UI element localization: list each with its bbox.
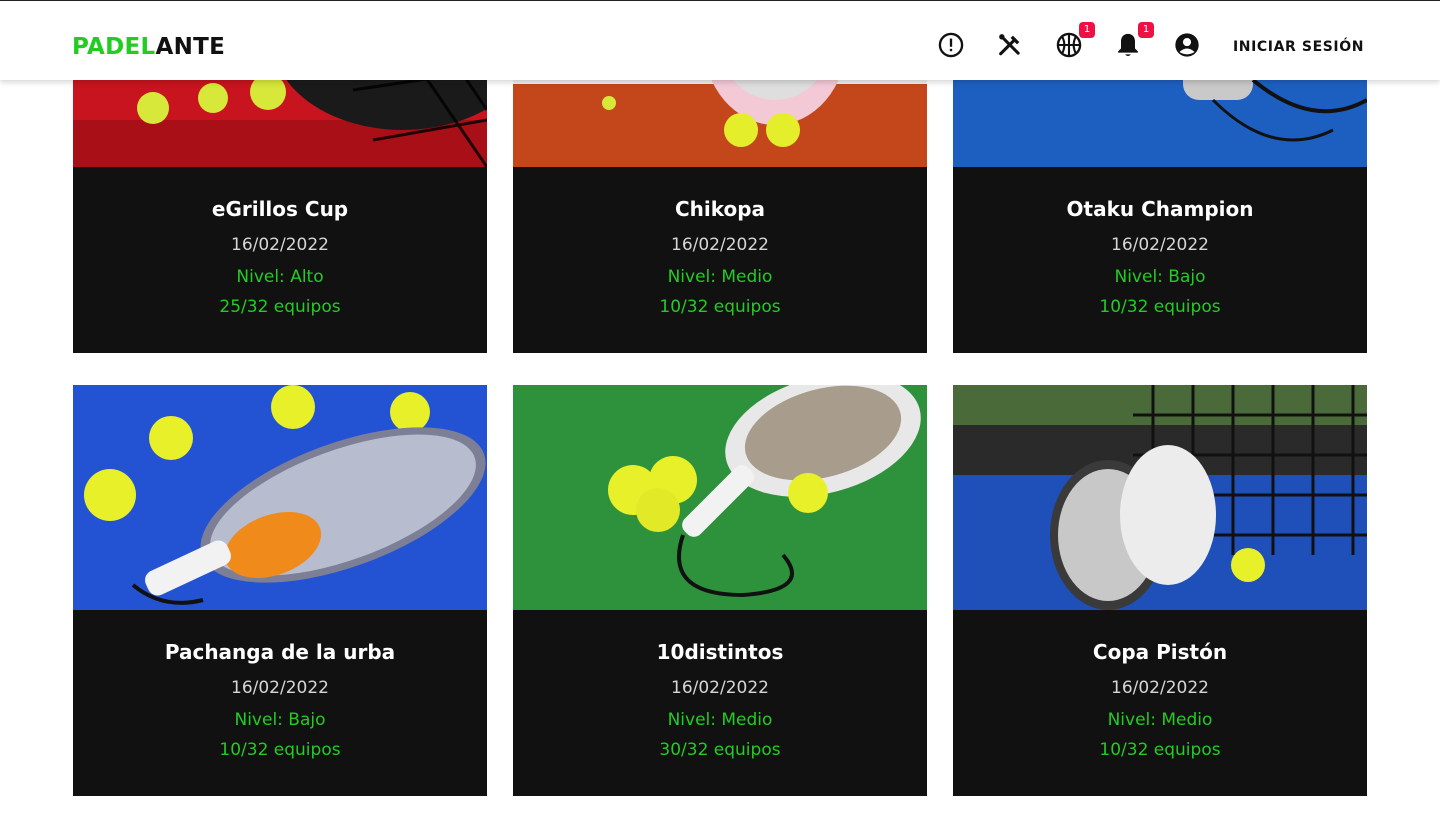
account-icon[interactable] bbox=[1173, 31, 1201, 59]
tournament-date: 16/02/2022 bbox=[671, 235, 769, 255]
tournament-teams: 30/32 equipos bbox=[659, 740, 781, 760]
tournament-teams: 10/32 equipos bbox=[1099, 740, 1221, 760]
login-link[interactable]: INICIAR SESIÓN bbox=[1233, 39, 1364, 55]
alert-icon[interactable] bbox=[937, 31, 965, 59]
tools-icon[interactable] bbox=[996, 31, 1024, 59]
bell-icon[interactable]: 1 bbox=[1114, 22, 1154, 59]
tournament-card[interactable]: Pachanga de la urba 16/02/2022 Nivel: Ba… bbox=[73, 385, 487, 796]
tournament-level: Nivel: Medio bbox=[1107, 710, 1213, 730]
tournament-name: Chikopa bbox=[674, 197, 766, 221]
tournament-image bbox=[953, 385, 1367, 610]
tournament-date: 16/02/2022 bbox=[1111, 678, 1209, 698]
tournament-level: Nivel: Bajo bbox=[1114, 267, 1206, 287]
tournament-image bbox=[73, 385, 487, 610]
ball-badge: 1 bbox=[1079, 22, 1095, 38]
tournament-name: eGrillos Cup bbox=[211, 197, 349, 221]
tournament-card[interactable]: 10distintos 16/02/2022 Nivel: Medio 30/3… bbox=[513, 385, 927, 796]
bell-badge: 1 bbox=[1138, 22, 1154, 38]
tournament-teams: 25/32 equipos bbox=[219, 297, 341, 317]
tournament-teams: 10/32 equipos bbox=[219, 740, 341, 760]
tournament-date: 16/02/2022 bbox=[671, 678, 769, 698]
logo-part-1: PADEL bbox=[72, 34, 156, 60]
tournament-level: Nivel: Alto bbox=[236, 267, 324, 287]
tournament-info: Chikopa 16/02/2022 Nivel: Medio 10/32 eq… bbox=[513, 196, 927, 318]
tournament-date: 16/02/2022 bbox=[231, 235, 329, 255]
top-navbar: PADELANTE 1 1 INICIAR SESIÓN bbox=[0, 0, 1440, 80]
tournament-info: eGrillos Cup 16/02/2022 Nivel: Alto 25/3… bbox=[73, 196, 487, 318]
tournament-name: 10distintos bbox=[656, 640, 784, 664]
logo-part-2: ANTE bbox=[155, 34, 226, 60]
tournament-level: Nivel: Bajo bbox=[234, 710, 326, 730]
tournament-image bbox=[513, 385, 927, 610]
tournament-card[interactable]: Copa Pistón 16/02/2022 Nivel: Medio 10/3… bbox=[953, 385, 1367, 796]
tournament-date: 16/02/2022 bbox=[1111, 235, 1209, 255]
tournament-name: Copa Pistón bbox=[1092, 640, 1228, 664]
tournament-info: Copa Pistón 16/02/2022 Nivel: Medio 10/3… bbox=[953, 639, 1367, 761]
tournament-teams: 10/32 equipos bbox=[659, 297, 781, 317]
logo[interactable]: PADELANTE bbox=[72, 34, 225, 60]
tournament-info: Pachanga de la urba 16/02/2022 Nivel: Ba… bbox=[73, 639, 487, 761]
tournament-info: 10distintos 16/02/2022 Nivel: Medio 30/3… bbox=[513, 639, 927, 761]
tournament-name: Otaku Champion bbox=[1066, 197, 1254, 221]
tournament-teams: 10/32 equipos bbox=[1099, 297, 1221, 317]
tournament-info: Otaku Champion 16/02/2022 Nivel: Bajo 10… bbox=[953, 196, 1367, 318]
tournament-level: Nivel: Medio bbox=[667, 710, 773, 730]
tournament-level: Nivel: Medio bbox=[667, 267, 773, 287]
tournament-date: 16/02/2022 bbox=[231, 678, 329, 698]
ball-icon[interactable]: 1 bbox=[1055, 22, 1095, 59]
tournament-name: Pachanga de la urba bbox=[164, 640, 396, 664]
